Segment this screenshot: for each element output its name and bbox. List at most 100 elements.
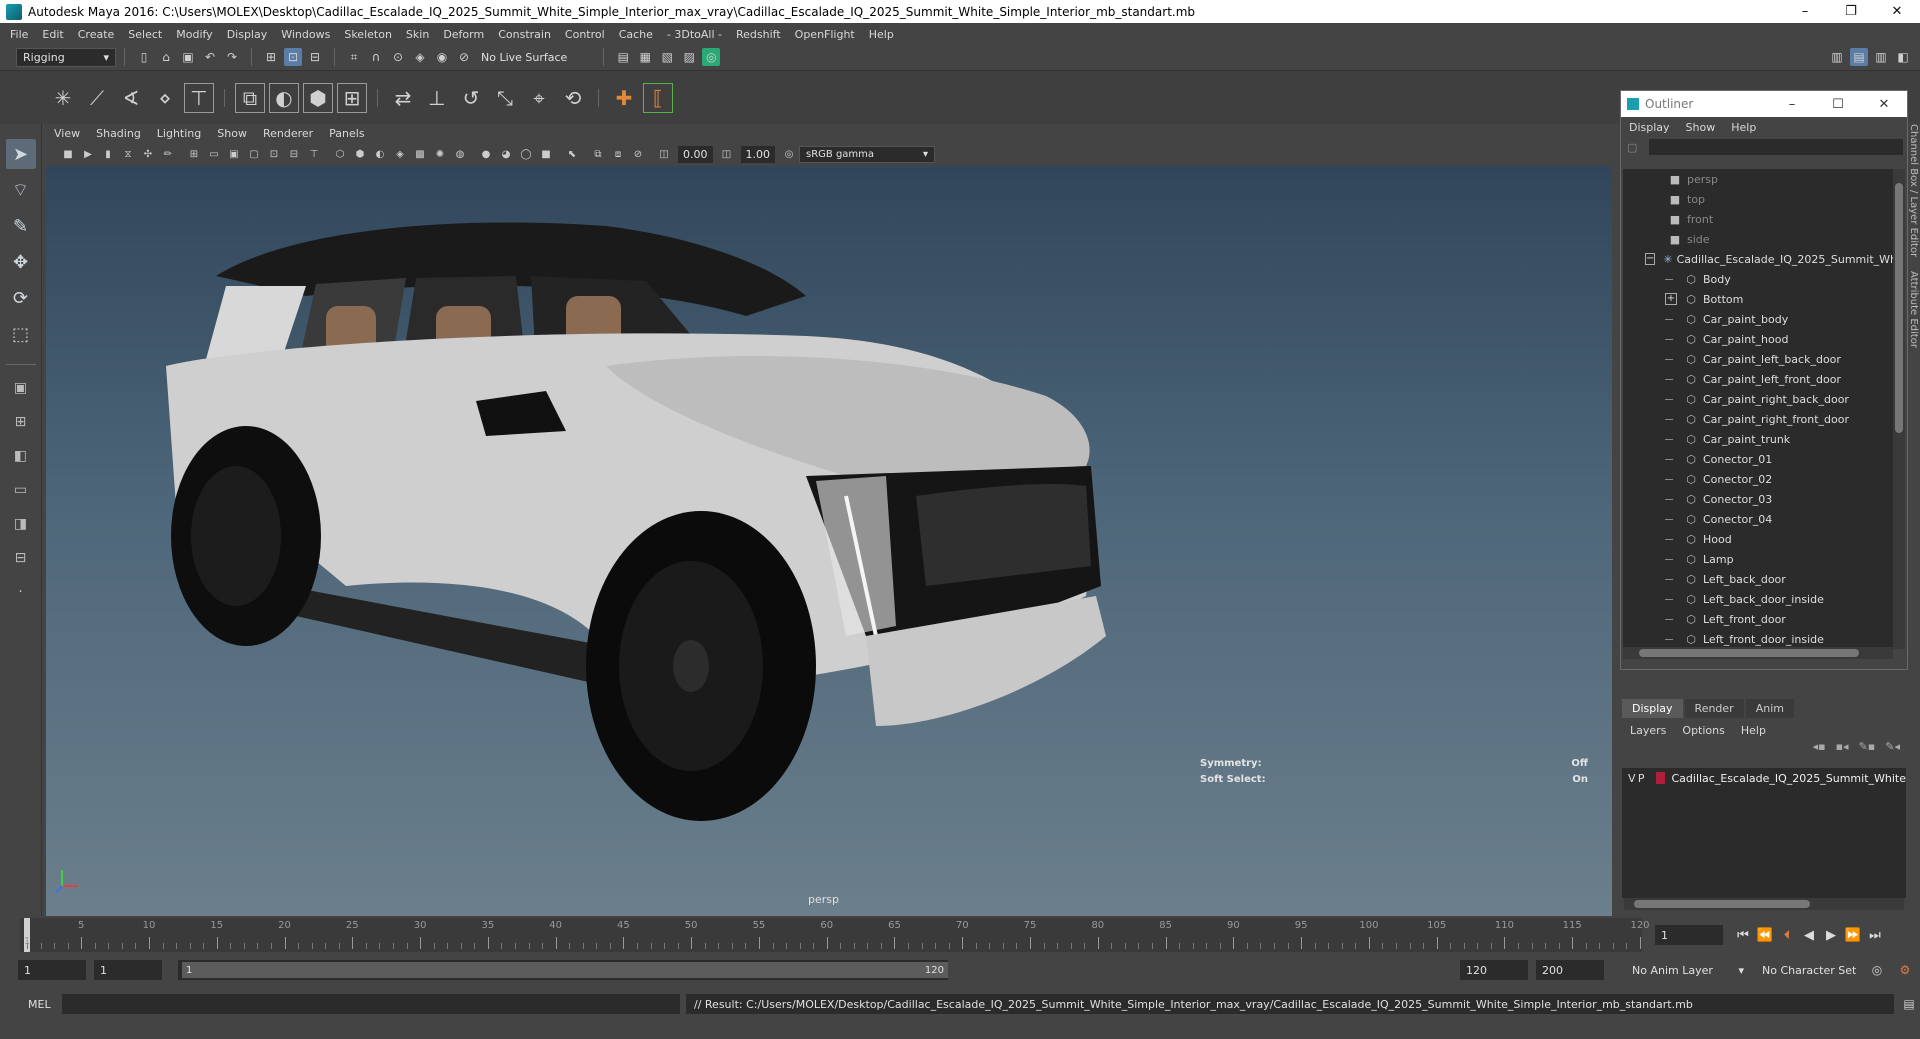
outliner-item[interactable]: ⬡ Conector_04	[1623, 509, 1893, 529]
outliner-close-button[interactable]: ✕	[1861, 97, 1907, 112]
outliner-item[interactable]: ⬡ Left_front_door_inside	[1623, 629, 1893, 649]
xray-joints-icon[interactable]: ⊘	[630, 146, 646, 162]
workspace-channelbox-icon[interactable]: ▤	[1850, 48, 1868, 66]
bind-skin-icon[interactable]: ⧉	[235, 82, 265, 113]
outliner-search-input[interactable]	[1649, 139, 1904, 155]
snap-point-icon[interactable]: ⊙	[389, 48, 407, 66]
motion-blur-icon[interactable]: ◕	[498, 146, 514, 162]
outliner-item[interactable]: ⬡ Car_paint_right_back_door	[1623, 389, 1893, 409]
open-scene-icon[interactable]: ⌂	[157, 48, 175, 66]
new-layer-icon[interactable]: ✎▪	[1859, 740, 1876, 760]
viewport-menu-renderer[interactable]: Renderer	[263, 127, 313, 140]
insert-joint-icon[interactable]: ⋄	[150, 83, 180, 113]
current-frame-field[interactable]: 1	[1655, 925, 1723, 945]
menu-cache[interactable]: Cache	[619, 28, 653, 41]
xray-icon[interactable]: ⧉	[590, 146, 606, 162]
scale-tool-icon[interactable]: ⬚	[6, 319, 36, 349]
menu-openflight[interactable]: OpenFlight	[795, 28, 855, 41]
play-back-icon[interactable]: ◀	[1798, 928, 1820, 943]
isolate-select-icon[interactable]: ⬉	[564, 146, 580, 162]
gamma-icon[interactable]: ◫	[719, 146, 735, 162]
outliner-vertical-scrollbar[interactable]	[1893, 169, 1905, 649]
render-view-icon[interactable]: ▨	[680, 48, 698, 66]
safe-title-icon[interactable]: ⊤	[306, 146, 322, 162]
layer-menu-help[interactable]: Help	[1741, 724, 1766, 737]
default-lighting-icon[interactable]: ◐	[372, 146, 388, 162]
new-scene-icon[interactable]: ▯	[135, 48, 153, 66]
smooth-shade-icon[interactable]: ⬢	[352, 146, 368, 162]
wireframe-icon[interactable]: ⬡	[332, 146, 348, 162]
menu-redshift[interactable]: Redshift	[736, 28, 781, 41]
layer-playback-toggle[interactable]: P	[1638, 772, 1648, 785]
viewport-menu-view[interactable]: View	[54, 127, 80, 140]
outliner-maximize-button[interactable]: ☐	[1815, 97, 1861, 112]
exposure-icon[interactable]: ◫	[656, 146, 672, 162]
image-plane-icon[interactable]: ⧖	[120, 146, 136, 162]
outliner-item[interactable]: ⬡ Body	[1623, 269, 1893, 289]
menu-deform[interactable]: Deform	[443, 28, 484, 41]
outliner-item[interactable]: ■ front	[1623, 209, 1893, 229]
tab-render[interactable]: Render	[1684, 699, 1744, 718]
step-forward-key-icon[interactable]: ⏩	[1842, 928, 1864, 943]
anti-aliasing-icon[interactable]: ◯	[518, 146, 534, 162]
hypershade-icon[interactable]: ◎	[702, 48, 721, 66]
new-layer-selected-icon[interactable]: ✎◂	[1885, 740, 1900, 760]
outliner-item[interactable]: ⬡ Left_back_door_inside	[1623, 589, 1893, 609]
outliner-item[interactable]: ⬡ Conector_02	[1623, 469, 1893, 489]
gate-mask-icon[interactable]: ▢	[246, 146, 262, 162]
layer-color-swatch[interactable]	[1655, 772, 1666, 784]
undo-icon[interactable]: ↶	[201, 48, 219, 66]
scale-constraint-icon[interactable]: ⤡	[490, 83, 520, 113]
menu-skeleton[interactable]: Skeleton	[344, 28, 392, 41]
grease-pencil-icon[interactable]: ✏	[160, 146, 176, 162]
gamma-field[interactable]: 1.00	[740, 145, 775, 163]
outliner-item[interactable]: ⬡ Car_paint_left_back_door	[1623, 349, 1893, 369]
step-back-key-icon[interactable]: ⏪	[1754, 928, 1776, 943]
menu-control[interactable]: Control	[565, 28, 605, 41]
grid-icon[interactable]: ⊞	[186, 146, 202, 162]
camera-attributes-icon[interactable]: ▶	[80, 146, 96, 162]
point-constraint-icon[interactable]: ⊥	[422, 83, 452, 113]
outliner-item[interactable]: ■ top	[1623, 189, 1893, 209]
interactive-bind-icon[interactable]: ◐	[269, 82, 299, 113]
more-layouts-icon[interactable]: ·	[6, 579, 36, 605]
outliner-item[interactable]: + ⬡ Bottom	[1623, 289, 1893, 309]
menu-edit[interactable]: Edit	[42, 28, 63, 41]
viewport-menu-shading[interactable]: Shading	[96, 127, 141, 140]
paint-select-tool-icon[interactable]: ✎	[6, 211, 36, 241]
textured-icon[interactable]: ▩	[412, 146, 428, 162]
screen-space-ao-icon[interactable]: ●	[478, 146, 494, 162]
menu-windows[interactable]: Windows	[281, 28, 330, 41]
step-back-icon[interactable]: ⏴	[1776, 928, 1798, 943]
snap-grid-icon[interactable]: ⌗	[345, 48, 363, 66]
outliner-item[interactable]: ⬡ Car_paint_hood	[1623, 329, 1893, 349]
outliner-menu-show[interactable]: Show	[1686, 121, 1716, 134]
shadows-icon[interactable]: ◍	[452, 146, 468, 162]
tab-anim[interactable]: Anim	[1745, 699, 1794, 718]
parent-constraint-icon[interactable]: ⇄	[388, 83, 418, 113]
cluster-icon[interactable]: ⟦	[643, 82, 673, 113]
go-start-icon[interactable]: ⏮	[1732, 928, 1754, 943]
outliner-item[interactable]: ⬡ Conector_01	[1623, 449, 1893, 469]
workspace-attribute-icon[interactable]: ▥	[1872, 48, 1890, 66]
playback-end-field[interactable]: 120	[1460, 960, 1528, 980]
xray-active-components-icon[interactable]: ⧈	[610, 146, 626, 162]
render-frame-icon[interactable]: ▦	[636, 48, 654, 66]
range-slider-thumb[interactable]: 1 120	[182, 962, 948, 978]
joint-tool-icon[interactable]: ✳	[48, 83, 78, 113]
move-layer-up-icon[interactable]: ◂▪	[1813, 740, 1826, 760]
play-forward-icon[interactable]: ▶	[1820, 928, 1842, 943]
menu-file[interactable]: File	[10, 28, 28, 41]
workspace-toolsettings-icon[interactable]: ◧	[1894, 48, 1912, 66]
outliner-item[interactable]: ⬡ Hood	[1623, 529, 1893, 549]
outliner-item[interactable]: − ✳ Cadillac_Escalade_IQ_2025_Summit_White	[1623, 249, 1893, 269]
lasso-tool-icon[interactable]: ⌔	[6, 175, 36, 205]
ipr-render-icon[interactable]: ▧	[658, 48, 676, 66]
resolution-gate-icon[interactable]: ▣	[226, 146, 242, 162]
script-language-toggle[interactable]: MEL	[0, 998, 62, 1011]
outliner-item[interactable]: ⬡ Car_paint_trunk	[1623, 429, 1893, 449]
animation-preferences-icon[interactable]: ⚙	[1896, 961, 1914, 979]
move-layer-down-icon[interactable]: ▪◂	[1836, 740, 1849, 760]
animation-start-field[interactable]: 1	[18, 960, 86, 980]
two-d-pan-icon[interactable]: ✣	[140, 146, 156, 162]
